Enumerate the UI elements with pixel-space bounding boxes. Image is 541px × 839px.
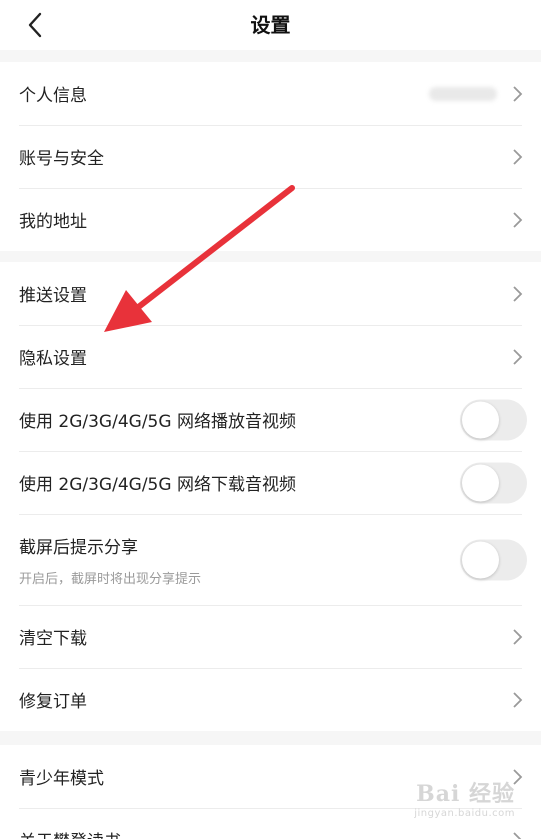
menu-item-label: 我的地址 [19, 212, 87, 232]
menu-item-label: 清空下载 [19, 629, 87, 649]
menu-item-label: 青少年模式 [19, 769, 104, 789]
cellular-play-toggle[interactable] [460, 399, 527, 440]
chevron-right-icon [513, 285, 523, 302]
chevron-right-icon [513, 211, 523, 228]
chevron-right-icon [513, 148, 523, 165]
menu-item-screenshot-share: 截屏后提示分享 开启后，截屏时将出现分享提示 [0, 514, 541, 605]
toggle-knob [462, 401, 499, 438]
nav-bar: 设置 [0, 0, 541, 50]
menu-item-label: 修复订单 [19, 692, 87, 712]
watermark: Bai 经验 jingyan.baidu.com [414, 776, 515, 819]
watermark-logo: Bai 经验 [416, 781, 515, 807]
menu-item-account-security[interactable]: 账号与安全 [0, 125, 541, 188]
page-title: 设置 [250, 13, 291, 37]
menu-item-privacy-settings[interactable]: 隐私设置 [0, 325, 541, 388]
menu-item-label: 推送设置 [19, 286, 87, 306]
menu-item-label: 使用 2G/3G/4G/5G 网络下载音视频 [19, 475, 296, 495]
chevron-right-icon [513, 85, 523, 102]
chevron-right-icon [513, 348, 523, 365]
account-group: 个人信息 账号与安全 我的地址 [0, 62, 541, 251]
menu-item-description: 开启后，截屏时将出现分享提示 [19, 571, 202, 587]
menu-item-repair-orders[interactable]: 修复订单 [0, 668, 541, 731]
settings-group: 推送设置 隐私设置 使用 2G/3G/4G/5G 网络播放音视频 使用 2G/3… [0, 262, 541, 731]
chevron-right-icon [513, 628, 523, 645]
redacted-nickname [429, 86, 497, 101]
chevron-right-icon [513, 831, 522, 839]
watermark-url: jingyan.baidu.com [414, 808, 515, 819]
menu-item-cellular-download: 使用 2G/3G/4G/5G 网络下载音视频 [0, 451, 541, 514]
cellular-download-toggle[interactable] [460, 462, 527, 503]
menu-item-label: 账号与安全 [19, 149, 104, 169]
menu-item-personal-info[interactable]: 个人信息 [0, 62, 541, 125]
screenshot-share-toggle[interactable] [460, 539, 527, 580]
menu-item-cellular-play: 使用 2G/3G/4G/5G 网络播放音视频 [0, 388, 541, 451]
menu-item-label: 使用 2G/3G/4G/5G 网络播放音视频 [19, 412, 296, 432]
menu-item-label: 关于樊登读书 [19, 827, 121, 839]
toggle-knob [462, 464, 499, 501]
menu-item-push-settings[interactable]: 推送设置 [0, 262, 541, 325]
chevron-right-icon [513, 691, 523, 708]
menu-item-label: 隐私设置 [19, 349, 87, 369]
menu-item-label: 截屏后提示分享 [19, 537, 138, 558]
menu-item-my-address[interactable]: 我的地址 [0, 188, 541, 251]
menu-item-label: 个人信息 [19, 86, 87, 106]
toggle-knob [462, 541, 499, 578]
menu-item-clear-downloads[interactable]: 清空下载 [0, 605, 541, 668]
